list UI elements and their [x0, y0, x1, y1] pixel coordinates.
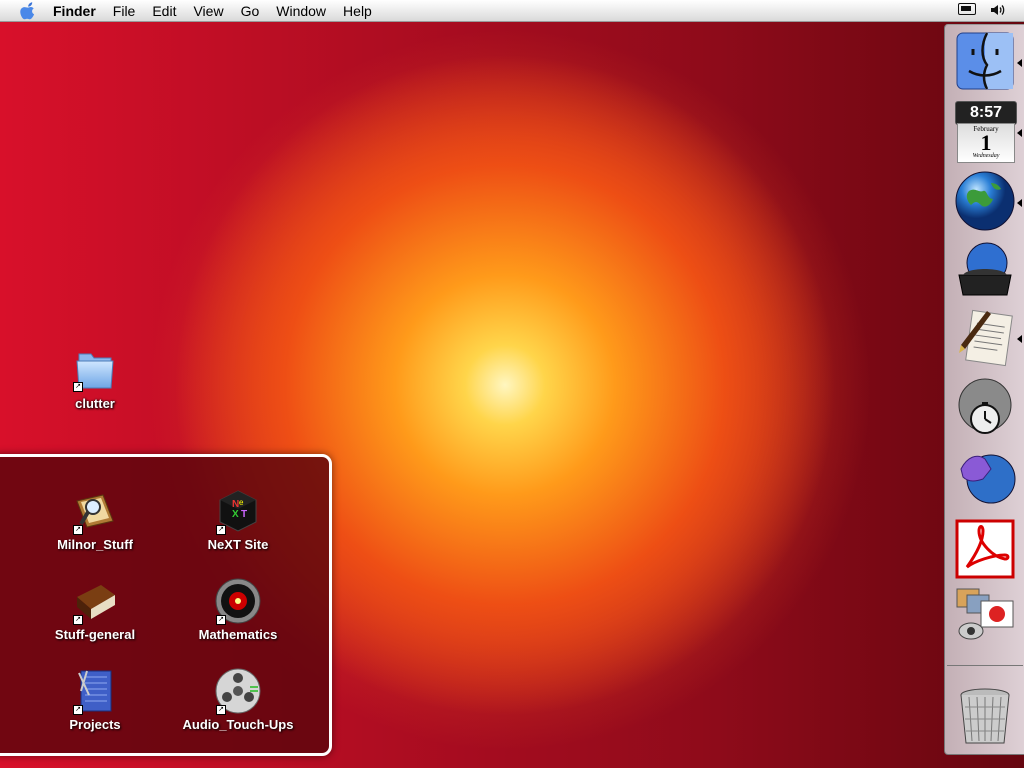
acrobat-icon[interactable]: [953, 517, 1017, 581]
menu-help[interactable]: Help: [343, 3, 372, 19]
calendar-weekday: Wednesday: [972, 153, 1000, 159]
menu-go[interactable]: Go: [241, 3, 260, 19]
reel-icon: ↗: [214, 667, 262, 715]
clock-time: 8:57: [955, 101, 1017, 125]
drawer-item-projects[interactable]: ↗ Projects: [20, 667, 170, 732]
svg-text:X: X: [232, 509, 239, 520]
folder-icon: ↗: [71, 344, 119, 392]
calendar-page: February 1 Wednesday: [957, 123, 1015, 163]
blueprint-icon: ↗: [71, 667, 119, 715]
drawer-item-stuff-general[interactable]: ↗ Stuff-general: [20, 577, 170, 642]
svg-text:T: T: [241, 509, 247, 520]
apple-icon[interactable]: [19, 1, 37, 20]
finder-icon[interactable]: [953, 29, 1017, 93]
svg-text:e: e: [239, 498, 244, 507]
menu-bar: Finder File Edit View Go Window Help: [0, 0, 1024, 22]
menu-finder[interactable]: Finder: [53, 3, 96, 19]
menu-file[interactable]: File: [113, 3, 136, 19]
icon-drawer: ↗ Milnor_Stuff N e X T ↗ NeXT Site ↗ Stu…: [0, 454, 332, 756]
menu-window[interactable]: Window: [276, 3, 326, 19]
running-indicator: [1017, 199, 1022, 207]
drawer-item-mathematics[interactable]: ↗ Mathematics: [163, 577, 313, 642]
drawer-item-label: Stuff-general: [54, 627, 136, 642]
drawer-item-label: Audio_Touch-Ups: [182, 717, 294, 732]
desktop-folder-clutter[interactable]: ↗ clutter: [50, 344, 140, 411]
pen-letter-icon[interactable]: [953, 305, 1017, 369]
status-area: [958, 3, 1006, 17]
running-indicator: [1017, 59, 1022, 67]
magnifier-book-icon: ↗: [71, 487, 119, 535]
drawer-item-label: Projects: [69, 717, 121, 732]
hal-eye-icon: ↗: [214, 577, 262, 625]
dock-separator: [947, 665, 1023, 666]
photos-icon[interactable]: [953, 585, 1017, 649]
running-indicator: [1017, 129, 1022, 137]
calendar-day: 1: [980, 130, 992, 155]
desktop-folder-label: clutter: [75, 396, 115, 411]
drawer-item-next-site[interactable]: N e X T ↗ NeXT Site: [163, 487, 313, 552]
clock-calendar-icon[interactable]: 8:57 February 1 Wednesday: [953, 99, 1017, 163]
drawer-item-label: Milnor_Stuff: [57, 537, 133, 552]
globe-icon[interactable]: [953, 169, 1017, 233]
mail-bag-icon[interactable]: [953, 237, 1017, 301]
drawer-item-milnor-stuff[interactable]: ↗ Milnor_Stuff: [20, 487, 170, 552]
volume-icon[interactable]: [990, 3, 1006, 17]
hand-globe-icon[interactable]: [953, 443, 1017, 507]
next-cube-icon: N e X T ↗: [214, 487, 262, 535]
drawer-item-label: Mathematics: [198, 627, 278, 642]
battery-icon[interactable]: [958, 3, 976, 15]
menu-view[interactable]: View: [193, 3, 223, 19]
stopwatch-icon[interactable]: [953, 375, 1017, 439]
dock: 8:57 February 1 Wednesday: [944, 24, 1024, 755]
running-indicator: [1017, 335, 1022, 343]
drawer-item-label: NeXT Site: [207, 537, 269, 552]
trash-icon[interactable]: [953, 685, 1017, 749]
brown-book-icon: ↗: [71, 577, 119, 625]
drawer-item-audio-touch-ups[interactable]: ↗ Audio_Touch-Ups: [163, 667, 313, 732]
menu-edit[interactable]: Edit: [152, 3, 176, 19]
